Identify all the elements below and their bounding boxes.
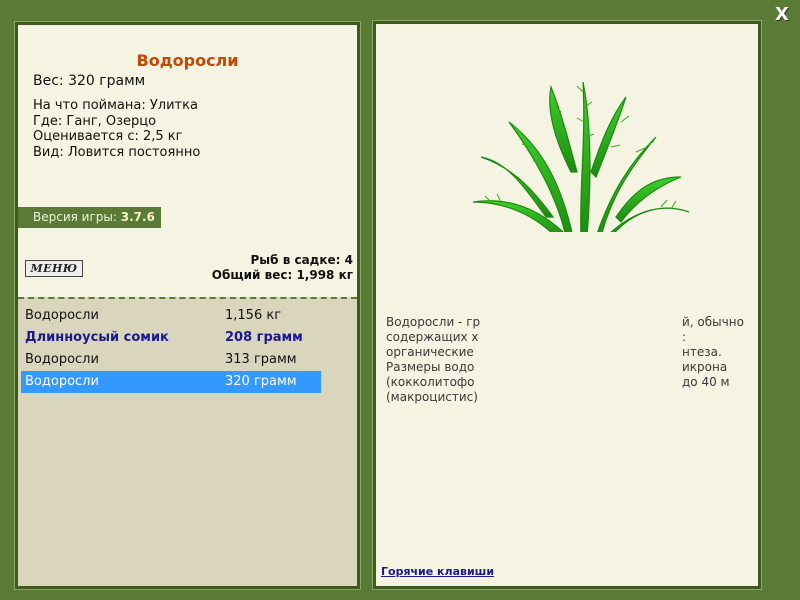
desc-line: органические: [386, 345, 474, 359]
catch-row[interactable]: Длинноусый сомик 208 грамм: [21, 327, 321, 349]
desc-line: до 40 м: [682, 375, 730, 389]
hotkeys-link[interactable]: Горячие клавиши: [381, 565, 494, 578]
desc-line: (макроцистис): [386, 390, 478, 404]
desc-line: (кокколитофо: [386, 375, 475, 389]
menu-button[interactable]: МЕНЮ: [25, 260, 83, 277]
fish-description: Водоросли - гр й, обычно содержащих х: ор…: [386, 315, 746, 405]
desc-line: Размеры водо: [386, 360, 475, 374]
desc-line: :: [682, 330, 687, 344]
catch-name: Водоросли: [25, 352, 99, 367]
catch-row[interactable]: Водоросли 313 грамм: [21, 349, 321, 371]
catch-name: Водоросли: [25, 308, 99, 323]
catch-weight: 313 грамм: [225, 352, 297, 367]
fish-weight: Вес: 320 грамм: [33, 73, 146, 89]
desc-line: й, обычно: [682, 315, 744, 329]
version-label: Версия игры:: [33, 210, 117, 224]
catch-list: Водоросли 1,156 кг Длинноусый сомик 208 …: [18, 297, 357, 586]
desc-line: содержащих х: [386, 330, 479, 344]
fish-location: Где: Ганг, Озерцо: [33, 114, 157, 129]
keepnet-count: Рыб в садке: 4: [250, 253, 354, 267]
catch-row-selected[interactable]: Водоросли 320 грамм: [21, 371, 321, 393]
close-icon: X: [775, 4, 789, 25]
desc-line: Водоросли - гр: [386, 315, 481, 329]
fish-kind: Вид: Ловится постоянно: [33, 145, 201, 160]
fish-title: Водоросли: [136, 51, 239, 70]
catch-weight: 1,156 кг: [225, 308, 282, 323]
fish-bait: На что поймана: Улитка: [33, 98, 198, 113]
fish-image-panel: Водоросли - гр й, обычно содержащих х: ор…: [372, 20, 762, 590]
desc-line: икрона: [682, 360, 728, 374]
catch-weight: 320 грамм: [225, 374, 297, 389]
keepnet-total-weight: Общий вес: 1,998 кг: [211, 268, 353, 282]
catch-row[interactable]: Водоросли 1,156 кг: [21, 305, 321, 327]
version-value: 3.7.6: [120, 210, 155, 224]
version-bar: Версия игры: 3.7.6: [18, 207, 161, 228]
close-button[interactable]: X: [772, 5, 792, 25]
catch-name: Водоросли: [25, 374, 99, 389]
fish-info-panel: Водоросли Вес: 320 грамм На что поймана:…: [14, 21, 361, 590]
catch-name: Длинноусый сомик: [25, 330, 169, 345]
keepnet-stats: Рыб в садке: 4 Общий вес: 1,998 кг: [212, 253, 353, 283]
desc-line: нтеза.: [682, 345, 722, 359]
fish-rated-from: Оценивается с: 2,5 кг: [33, 129, 183, 144]
catch-weight: 208 грамм: [225, 330, 303, 345]
image-cutoff: [461, 232, 701, 272]
seaweed-image: [472, 81, 690, 238]
